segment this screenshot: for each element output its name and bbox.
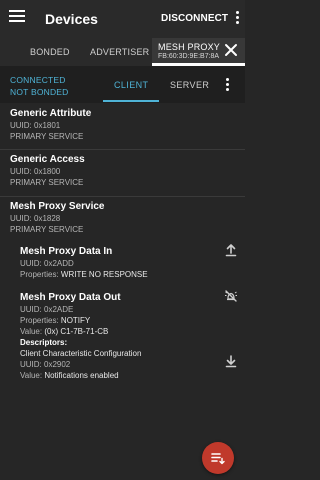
characteristic-name: Mesh Proxy Data Out	[20, 292, 121, 303]
service-uuid: UUID: 0x1828	[10, 214, 61, 223]
service-type: PRIMARY SERVICE	[10, 178, 84, 187]
tab-mesh-proxy-label: MESH PROXY	[158, 42, 221, 52]
tab-mesh-proxy[interactable]: MESH PROXY FB:60:3D:9E:B7:8A	[152, 38, 245, 66]
tab-client[interactable]: CLIENT	[114, 80, 148, 90]
service-type: PRIMARY SERVICE	[10, 225, 84, 234]
service-item[interactable]: Generic Attribute UUID: 0x1801 PRIMARY S…	[10, 108, 91, 143]
connection-bar: CONNECTED NOT BONDED CLIENT SERVER	[0, 66, 245, 103]
characteristic-item[interactable]: Mesh Proxy Data In UUID: 0x2ADD Properti…	[20, 246, 148, 281]
characteristic-properties: Properties: WRITE NO RESPONSE	[20, 270, 148, 281]
tab-server[interactable]: SERVER	[170, 80, 209, 90]
value-value: Notifications enabled	[44, 371, 119, 380]
upload-icon[interactable]	[224, 243, 238, 257]
descriptor-name[interactable]: Client Characteristic Configuration	[20, 349, 141, 360]
service-name: Mesh Proxy Service	[10, 201, 105, 212]
descriptors-heading: Descriptors:	[20, 338, 68, 347]
characteristic-properties: Properties: NOTIFY	[20, 316, 141, 327]
menu-icon[interactable]	[9, 10, 25, 24]
properties-label: Properties:	[20, 270, 59, 279]
service-name: Generic Access	[10, 154, 85, 165]
tab-advertiser[interactable]: ADVERTISER	[90, 47, 149, 57]
characteristic-name: Mesh Proxy Data In	[20, 246, 113, 257]
service-uuid: UUID: 0x1801	[10, 121, 61, 130]
client-tab-indicator	[103, 100, 159, 102]
connection-status: CONNECTED NOT BONDED	[10, 74, 69, 98]
log-icon	[211, 453, 225, 465]
download-icon[interactable]	[224, 354, 238, 368]
divider	[0, 149, 245, 150]
device-tabs: BONDED ADVERTISER MESH PROXY FB:60:3D:9E…	[0, 38, 245, 66]
service-item[interactable]: Generic Access UUID: 0x1800 PRIMARY SERV…	[10, 154, 85, 189]
value-label: Value:	[20, 371, 43, 380]
service-item[interactable]: Mesh Proxy Service UUID: 0x1828 PRIMARY …	[10, 201, 105, 236]
descriptor-uuid: UUID: 0x2902	[20, 360, 71, 369]
bond-state: NOT BONDED	[10, 87, 69, 97]
overflow-menu-icon[interactable]	[226, 78, 230, 92]
service-list: Generic Attribute UUID: 0x1801 PRIMARY S…	[0, 103, 245, 398]
characteristic-item[interactable]: Mesh Proxy Data Out UUID: 0x2ADE Propert…	[20, 292, 141, 382]
connection-state: CONNECTED	[10, 75, 66, 85]
characteristic-uuid: UUID: 0x2ADD	[20, 259, 74, 268]
overflow-menu-icon[interactable]	[236, 11, 240, 25]
close-icon[interactable]	[224, 43, 238, 57]
properties-value: WRITE NO RESPONSE	[60, 270, 148, 279]
service-name: Generic Attribute	[10, 108, 92, 119]
descriptor-value: Value: Notifications enabled	[20, 371, 141, 382]
log-button[interactable]	[202, 442, 234, 474]
value-value: (0x) C1-7B-71-CB	[44, 327, 109, 336]
page-title: Devices	[45, 11, 98, 27]
app-bar: Devices DISCONNECT	[0, 0, 245, 38]
properties-value: NOTIFY	[60, 316, 91, 325]
device-address: FB:60:3D:9E:B7:8A	[158, 53, 220, 60]
value-label: Value:	[20, 327, 43, 336]
characteristic-uuid: UUID: 0x2ADE	[20, 305, 74, 314]
notifications-disable-icon[interactable]	[224, 289, 238, 303]
divider	[0, 196, 245, 197]
service-uuid: UUID: 0x1800	[10, 167, 61, 176]
tab-bonded[interactable]: BONDED	[30, 47, 70, 57]
properties-label: Properties:	[20, 316, 59, 325]
disconnect-button[interactable]: DISCONNECT	[161, 13, 228, 24]
service-type: PRIMARY SERVICE	[10, 132, 84, 141]
characteristic-value: Value: (0x) C1-7B-71-CB	[20, 327, 141, 338]
